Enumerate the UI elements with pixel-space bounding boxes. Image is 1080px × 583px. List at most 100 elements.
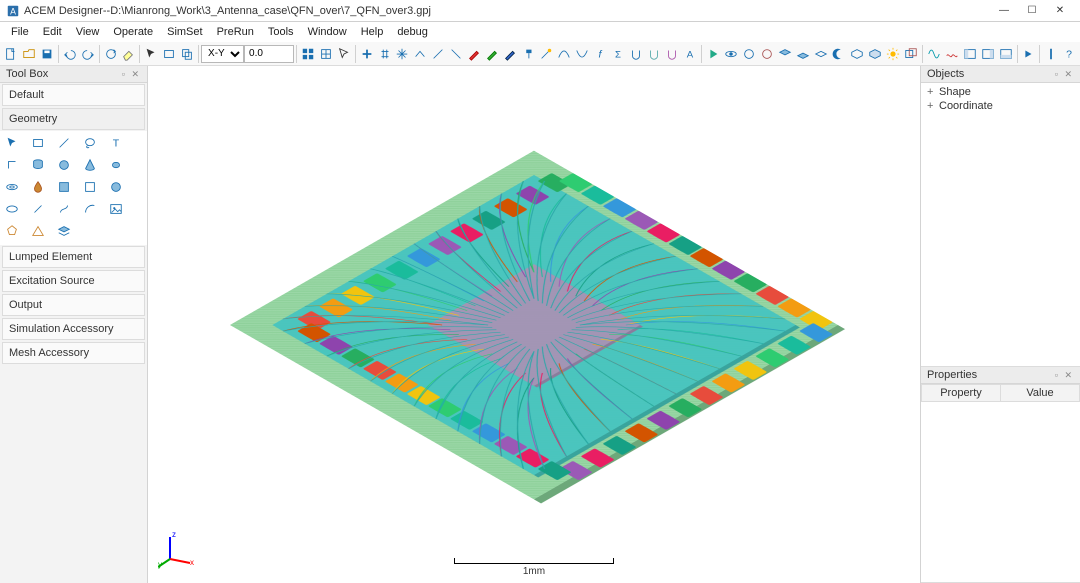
hash-icon[interactable] [376,44,394,64]
menu-edit[interactable]: Edit [36,24,69,40]
menu-operate[interactable]: Operate [106,24,160,40]
surf2-icon[interactable] [794,44,812,64]
toolbox-section-default[interactable]: Default [2,84,145,106]
view1-icon[interactable] [740,44,758,64]
eraser-icon[interactable] [120,44,138,64]
drop-icon[interactable] [30,179,46,195]
pointer2-icon[interactable] [335,44,353,64]
menu-simset[interactable]: SimSet [160,24,209,40]
diag1-icon[interactable] [429,44,447,64]
pen1-icon[interactable] [465,44,483,64]
curve2-icon[interactable] [573,44,591,64]
u3-icon[interactable] [663,44,681,64]
properties-col-value[interactable]: Value [1001,385,1079,401]
curve1-icon[interactable] [555,44,573,64]
moon-icon[interactable] [830,44,848,64]
tri-icon[interactable] [1019,44,1037,64]
plus-icon[interactable] [358,44,376,64]
menu-tools[interactable]: Tools [261,24,301,40]
rect-icon[interactable] [160,44,178,64]
image-icon[interactable] [108,201,124,217]
panel3-icon[interactable] [997,44,1015,64]
view2-icon[interactable] [758,44,776,64]
bar-icon[interactable] [1042,44,1060,64]
coord-input[interactable]: 0.0 [244,45,294,63]
u2-icon[interactable] [645,44,663,64]
cone-icon[interactable] [82,157,98,173]
sigma-icon[interactable]: Σ [609,44,627,64]
cylinder-icon[interactable] [30,157,46,173]
undo-icon[interactable] [61,44,79,64]
properties-col-property[interactable]: Property [922,385,1001,401]
u1-icon[interactable] [627,44,645,64]
square2-icon[interactable] [82,179,98,195]
blob-icon[interactable] [108,157,124,173]
corner-icon[interactable] [4,157,20,173]
plane-combo[interactable]: X-Y [201,45,244,63]
ellipse-icon[interactable] [4,201,20,217]
arrow-icon[interactable] [4,135,20,151]
help-icon[interactable]: ? [1060,44,1078,64]
surf3-icon[interactable] [812,44,830,64]
new-icon[interactable] [2,44,20,64]
rect-tool-icon[interactable] [30,135,46,151]
menu-help[interactable]: Help [354,24,391,40]
diag2-icon[interactable] [447,44,465,64]
pen3-icon[interactable] [501,44,519,64]
refresh-icon[interactable] [102,44,120,64]
close-button[interactable]: ✕ [1046,1,1074,21]
minimize-button[interactable]: — [990,1,1018,21]
tree-node-shape[interactable]: + Shape [925,85,1076,99]
a1-icon[interactable]: A [681,44,699,64]
wave-icon[interactable] [925,44,943,64]
objects-tree[interactable]: + Shape + Coordinate [921,83,1080,366]
toolbox-section-geometry[interactable]: Geometry [2,108,145,130]
italic-icon[interactable]: f [591,44,609,64]
grid-move-icon[interactable] [317,44,335,64]
toolbox-section-output[interactable]: Output [2,294,145,316]
planes-icon[interactable] [902,44,920,64]
toolbox-section-excitation[interactable]: Excitation Source [2,270,145,292]
surf5-icon[interactable] [866,44,884,64]
surf4-icon[interactable] [848,44,866,64]
scurve-icon[interactable] [56,201,72,217]
wiggle-icon[interactable] [943,44,961,64]
redo-icon[interactable] [79,44,97,64]
torus-icon[interactable] [4,179,20,195]
objects-pin-icon[interactable]: ▫ ✕ [1055,69,1074,80]
toolbox-section-meshacc[interactable]: Mesh Accessory [2,342,145,364]
panel1-icon[interactable] [961,44,979,64]
triangle-icon[interactable] [30,223,46,239]
panel-pin-icon[interactable]: ▫ ✕ [122,69,141,80]
copy-icon[interactable] [178,44,196,64]
maximize-button[interactable]: ☐ [1018,1,1046,21]
arc-icon[interactable] [82,201,98,217]
toolbox-section-lumped[interactable]: Lumped Element [2,246,145,268]
lasso-icon[interactable] [82,135,98,151]
menu-debug[interactable]: debug [390,24,435,40]
tree-toggle-icon[interactable]: + [927,86,937,98]
panel2-icon[interactable] [979,44,997,64]
paint-icon[interactable] [519,44,537,64]
circle-icon[interactable] [108,179,124,195]
cursor-icon[interactable] [142,44,160,64]
caret-icon[interactable] [411,44,429,64]
menu-file[interactable]: File [4,24,36,40]
orbit-icon[interactable] [722,44,740,64]
pen2-icon[interactable] [483,44,501,64]
surf1-icon[interactable] [776,44,794,64]
grid4-icon[interactable] [299,44,317,64]
tree-toggle-icon[interactable]: + [927,100,937,112]
wand-icon[interactable] [537,44,555,64]
layers-icon[interactable] [56,223,72,239]
menu-view[interactable]: View [69,24,107,40]
sun-icon[interactable] [884,44,902,64]
poly-icon[interactable] [4,223,20,239]
sphere-icon[interactable] [56,157,72,173]
tree-node-coordinate[interactable]: + Coordinate [925,99,1076,113]
line-tool-icon[interactable] [56,135,72,151]
slash-icon[interactable] [30,201,46,217]
toolbox-section-simacc[interactable]: Simulation Accessory [2,318,145,340]
menu-window[interactable]: Window [301,24,354,40]
menu-prerun[interactable]: PreRun [210,24,261,40]
